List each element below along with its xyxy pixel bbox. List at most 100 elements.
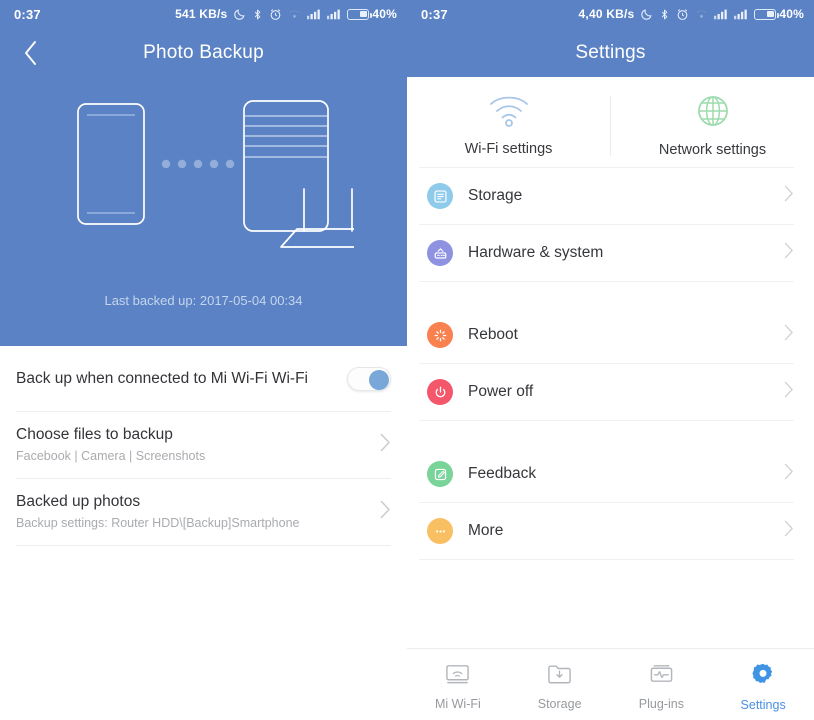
tab-label: Plug-ins (638, 696, 684, 711)
settings-item-label: Feedback (468, 465, 537, 482)
status-bar-left: 0:37 541 KB/s 40% (0, 0, 407, 28)
battery-icon (347, 8, 372, 20)
chevron-right-icon (380, 500, 391, 524)
bluetooth-icon (659, 8, 670, 21)
row-title: Back up when connected to Mi Wi-Fi Wi-Fi (16, 369, 309, 387)
chevron-right-icon (784, 242, 794, 264)
tab-label: Storage (537, 696, 582, 711)
folder-download-icon (547, 663, 572, 690)
last-backed-up-label: Last backed up: 2017-05-04 00:34 (104, 293, 303, 308)
page-title: Photo Backup (143, 42, 264, 63)
settings-titlebar: Settings (407, 28, 814, 77)
group-spacer (407, 421, 814, 446)
status-icons-group: 541 KB/s 40% (175, 7, 397, 21)
shortcut-label: Network settings (658, 142, 767, 158)
settings-item-hardware-system[interactable]: Hardware & system (407, 225, 814, 281)
gear-icon (751, 662, 775, 691)
network-speed-label: 541 KB/s (175, 7, 228, 21)
router-hardware-icon (427, 240, 453, 266)
signal-sim2-icon (327, 8, 341, 20)
tab-mi-wifi[interactable]: Mi Wi-Fi (407, 659, 509, 711)
signal-sim2-icon (734, 8, 748, 20)
reboot-icon (427, 322, 453, 348)
settings-item-label: Power off (468, 383, 534, 400)
chevron-right-icon (784, 463, 794, 485)
row-title: Backed up photos (16, 493, 141, 510)
battery-percent: 40% (779, 7, 804, 21)
settings-item-feedback[interactable]: Feedback (407, 446, 814, 502)
settings-item-power-off[interactable]: Power off (407, 364, 814, 420)
settings-item-label: Storage (468, 187, 523, 204)
feedback-edit-icon (427, 461, 453, 487)
shortcut-network-settings[interactable]: Network settings (611, 94, 814, 158)
row-subtitle: Backup settings: Router HDD\[Backup]Smar… (16, 516, 300, 530)
phone-to-router-sync-illustration (54, 96, 376, 256)
list-divider (16, 545, 391, 546)
photo-backup-screen: 0:37 541 KB/s 40% Photo Backup Last back… (0, 0, 407, 720)
row-text-wrap: Backed up photos Backup settings: Router… (16, 492, 372, 532)
settings-item-label: More (468, 522, 504, 539)
row-text-wrap: Choose files to backup Facebook | Camera… (16, 425, 372, 465)
bluetooth-icon (252, 8, 263, 21)
wifi-icon (488, 95, 530, 132)
section-divider (419, 559, 794, 560)
plugins-icon (649, 663, 674, 690)
alarm-icon (676, 8, 689, 21)
status-icons-group: 4,40 KB/s 40% (579, 7, 804, 21)
battery-icon (754, 8, 779, 20)
shortcut-label: Wi-Fi settings (464, 141, 553, 157)
chevron-right-icon (380, 433, 391, 457)
storage-disk-icon (427, 183, 453, 209)
signal-sim1-icon (307, 8, 321, 20)
battery-indicator: 40% (347, 7, 397, 21)
battery-percent: 40% (372, 7, 397, 21)
settings-item-storage[interactable]: Storage (407, 168, 814, 224)
chevron-right-icon (784, 185, 794, 207)
settings-item-more[interactable]: More (407, 503, 814, 559)
power-off-icon (427, 379, 453, 405)
settings-item-reboot[interactable]: Reboot (407, 307, 814, 363)
tab-label: Mi Wi-Fi (434, 696, 481, 711)
page-title: Settings (575, 41, 646, 63)
status-bar-right: 0:37 4,40 KB/s 40% (407, 0, 814, 28)
tab-storage[interactable]: Storage (509, 659, 611, 711)
photo-backup-titlebar: Photo Backup (0, 28, 407, 78)
status-time: 0:37 (14, 6, 41, 22)
tab-settings[interactable]: Settings (712, 658, 814, 712)
chevron-right-icon (784, 520, 794, 542)
settings-item-label: Hardware & system (468, 244, 604, 261)
more-dots-icon (427, 518, 453, 544)
row-backed-up-photos[interactable]: Backed up photos Backup settings: Router… (0, 479, 407, 545)
dnd-moon-icon (233, 8, 246, 21)
wifi-icon (288, 9, 301, 20)
chevron-right-icon (784, 324, 794, 346)
dnd-moon-icon (640, 8, 653, 21)
network-speed-label: 4,40 KB/s (578, 7, 635, 21)
tab-label: Settings (740, 697, 786, 712)
alarm-icon (269, 8, 282, 21)
settings-shortcuts: Wi-Fi settings Network settings (407, 77, 814, 167)
battery-indicator: 40% (754, 7, 804, 21)
settings-item-label: Reboot (468, 326, 518, 343)
back-button[interactable] (14, 36, 48, 70)
chevron-left-icon (25, 41, 36, 65)
backup-hero-illustration: Last backed up: 2017-05-04 00:34 (0, 78, 407, 346)
settings-screen: 0:37 4,40 KB/s 40% Settings Wi-Fi settin… (407, 0, 814, 720)
shortcut-wifi-settings[interactable]: Wi-Fi settings (407, 95, 610, 157)
chevron-right-icon (784, 381, 794, 403)
status-time: 0:37 (421, 6, 448, 22)
row-backup-on-wifi[interactable]: Back up when connected to Mi Wi-Fi Wi-Fi (0, 346, 407, 411)
globe-icon (696, 94, 730, 133)
signal-sim1-icon (714, 8, 728, 20)
row-subtitle: Facebook | Camera | Screenshots (16, 449, 206, 463)
router-icon (445, 663, 470, 690)
backup-on-wifi-toggle[interactable] (347, 366, 391, 391)
dual-screenshot-container: 0:37 541 KB/s 40% Photo Backup Last back… (0, 0, 814, 720)
bottom-tab-bar: Mi Wi-Fi Storage Plug-ins Settings (407, 648, 814, 720)
tab-plugins[interactable]: Plug-ins (611, 659, 713, 711)
wifi-icon (695, 9, 708, 20)
row-title: Choose files to backup (16, 426, 173, 443)
row-choose-files-to-backup[interactable]: Choose files to backup Facebook | Camera… (0, 412, 407, 478)
row-text-wrap: Back up when connected to Mi Wi-Fi Wi-Fi (16, 369, 347, 389)
group-spacer (407, 282, 814, 307)
